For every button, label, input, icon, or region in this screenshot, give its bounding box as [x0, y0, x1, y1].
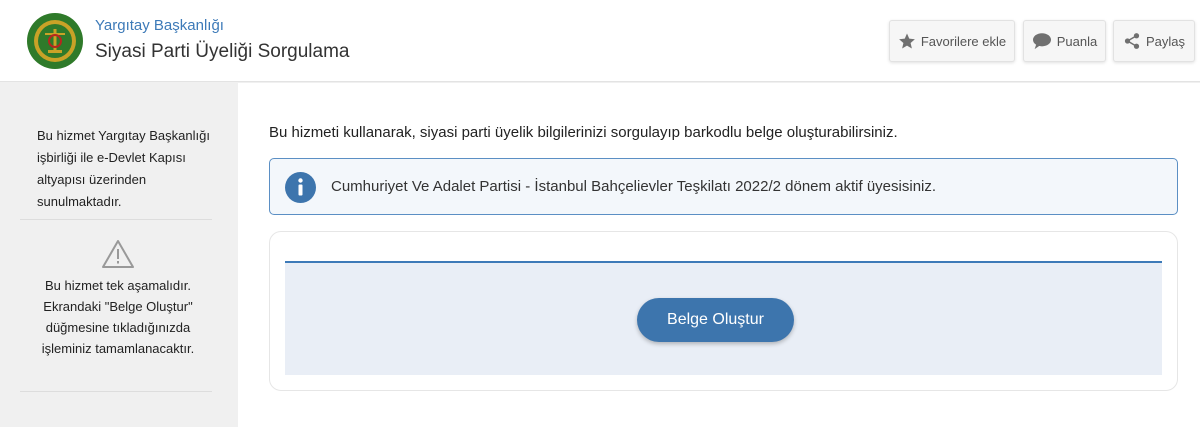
- info-icon: [285, 172, 316, 203]
- action-panel: Belge Oluştur: [285, 261, 1162, 375]
- speech-bubble-icon: [1032, 33, 1051, 50]
- action-card: Belge Oluştur: [269, 231, 1178, 391]
- organization-name[interactable]: Yargıtay Başkanlığı: [95, 17, 224, 34]
- service-info-text: Bu hizmet Yargıtay Başkanlığı işbirliği …: [37, 128, 210, 209]
- rate-button[interactable]: Puanla: [1023, 20, 1106, 62]
- info-alert: Cumhuriyet Ve Adalet Partisi - İstanbul …: [269, 158, 1178, 215]
- share-icon: [1124, 33, 1140, 49]
- share-label: Paylaş: [1145, 33, 1186, 49]
- intro-text: Bu hizmeti kullanarak, siyasi parti üyel…: [269, 124, 898, 141]
- warning-triangle-icon: [102, 240, 134, 268]
- yargitay-seal-icon: [27, 13, 83, 69]
- create-document-button[interactable]: Belge Oluştur: [637, 298, 794, 342]
- step-info-text: Bu hizmet tek aşamalıdır. Ekrandaki "Bel…: [41, 278, 195, 356]
- add-favorite-label: Favorilere ekle: [920, 33, 1007, 49]
- page-title: Siyasi Parti Üyeliği Sorgulama: [95, 41, 350, 62]
- star-icon: [898, 33, 915, 49]
- sidebar: Bu hizmet Yargıtay Başkanlığı işbirliği …: [0, 83, 238, 427]
- main-content: Bu hizmeti kullanarak, siyasi parti üyel…: [238, 83, 1200, 427]
- membership-status-text: Cumhuriyet Ve Adalet Partisi - İstanbul …: [331, 178, 937, 195]
- sidebar-divider: [20, 391, 212, 392]
- add-favorite-button[interactable]: Favorilere ekle: [889, 20, 1015, 62]
- rate-label: Puanla: [1056, 33, 1098, 49]
- share-button[interactable]: Paylaş: [1113, 20, 1195, 62]
- header: Yargıtay Başkanlığı Siyasi Parti Üyeliği…: [0, 0, 1200, 82]
- sidebar-divider: [20, 219, 212, 220]
